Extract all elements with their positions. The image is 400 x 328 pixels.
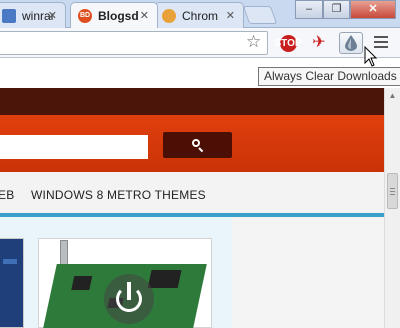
tab-chrome[interactable]: Chrom ✕ bbox=[154, 2, 244, 28]
article-thumbnail[interactable] bbox=[0, 238, 24, 328]
site-nav: EB WINDOWS 8 METRO THEMES bbox=[0, 172, 384, 217]
always-clear-downloads-button[interactable] bbox=[339, 32, 363, 54]
browser-window: winrar ✕ BD Blogsd ✕ Chrom ✕ – ❐ ✕ ☆ STO… bbox=[0, 0, 400, 328]
tab-favicon bbox=[162, 9, 176, 23]
scroll-up-arrow-icon[interactable]: ▲ bbox=[385, 88, 400, 103]
new-tab-button[interactable] bbox=[242, 6, 278, 24]
tab-label: Blogsd bbox=[98, 9, 138, 23]
content-sidebar bbox=[232, 217, 384, 328]
extension-tooltip: Always Clear Downloads bbox=[258, 67, 400, 86]
tab-winrar[interactable]: winrar ✕ bbox=[0, 2, 66, 28]
plane-icon: ✈ bbox=[312, 34, 326, 51]
tab-favicon bbox=[2, 9, 16, 23]
tab-close-icon[interactable]: ✕ bbox=[226, 9, 235, 22]
maximize-button[interactable]: ❐ bbox=[323, 0, 350, 19]
web-page: EB WINDOWS 8 METRO THEMES bbox=[0, 88, 384, 328]
nav-item-web[interactable]: EB bbox=[0, 188, 14, 202]
close-window-button[interactable]: ✕ bbox=[350, 0, 396, 19]
tab-blogsdna[interactable]: BD Blogsd ✕ bbox=[70, 2, 158, 28]
site-search-input[interactable] bbox=[0, 135, 148, 159]
site-search-button[interactable] bbox=[163, 132, 232, 158]
power-icon bbox=[104, 274, 154, 324]
tab-label: Chrom bbox=[182, 9, 219, 23]
mouse-cursor-icon bbox=[364, 46, 378, 67]
tab-favicon: BD bbox=[78, 9, 92, 23]
nav-item-windows8-themes[interactable]: WINDOWS 8 METRO THEMES bbox=[31, 188, 206, 202]
stop-extension-button[interactable]: STOP bbox=[274, 32, 302, 54]
plane-extension-button[interactable]: ✈ bbox=[307, 32, 331, 54]
browser-toolbar: ☆ STOP ✈ bbox=[0, 28, 400, 58]
tab-strip: winrar ✕ BD Blogsd ✕ Chrom ✕ – ❐ ✕ bbox=[0, 0, 400, 28]
search-icon bbox=[191, 139, 204, 151]
site-header-top bbox=[0, 88, 384, 115]
minimize-button[interactable]: – bbox=[295, 0, 323, 19]
stop-icon: STOP bbox=[274, 34, 302, 52]
address-bar[interactable] bbox=[0, 31, 268, 55]
scroll-thumb[interactable] bbox=[387, 173, 398, 209]
tab-close-icon[interactable]: ✕ bbox=[140, 9, 149, 22]
drop-icon bbox=[345, 35, 357, 51]
bookmark-star-icon[interactable]: ☆ bbox=[246, 33, 261, 51]
page-scrollbar[interactable]: ▲ bbox=[384, 88, 400, 328]
tab-close-icon[interactable]: ✕ bbox=[48, 9, 57, 22]
